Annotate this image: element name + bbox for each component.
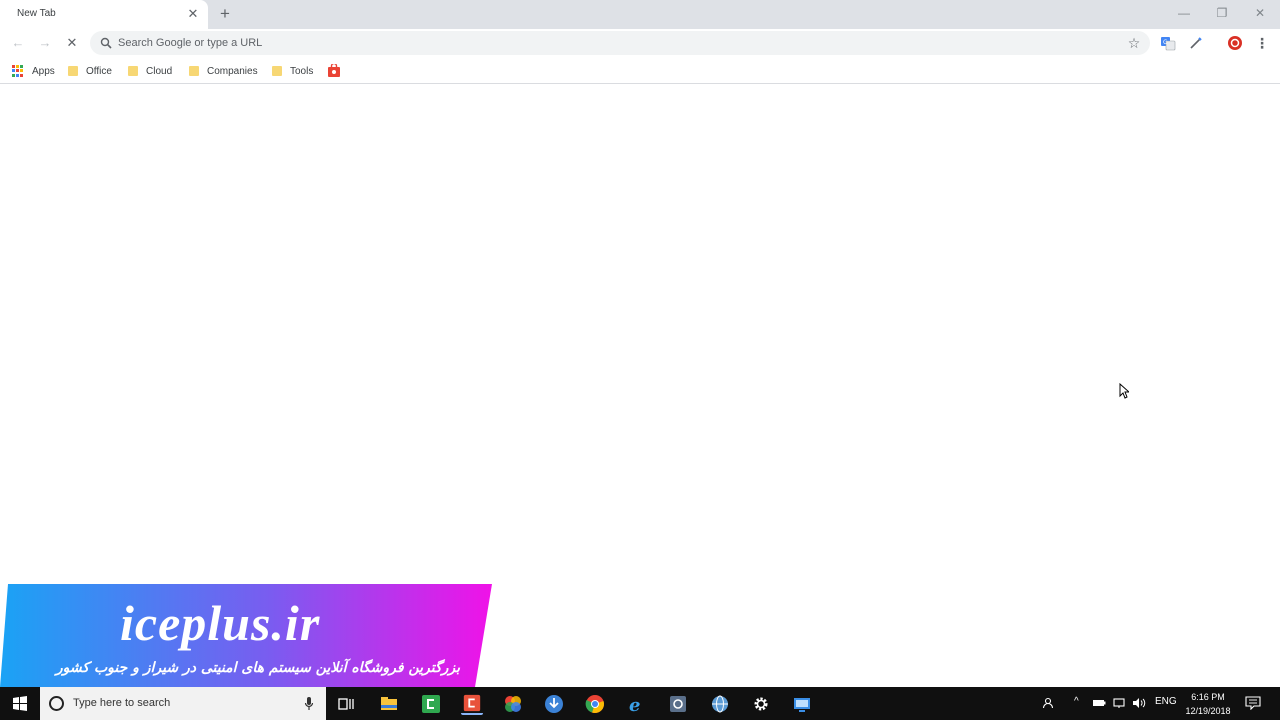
bookmark-label: Office <box>86 65 112 77</box>
watermark-banner: iceplus.ir بزرگترین فروشگاه آنلاین سیستم… <box>0 584 492 687</box>
pen-icon[interactable] <box>1188 35 1204 51</box>
bookmark-folder-cloud[interactable]: Cloud <box>128 63 172 79</box>
svg-text:e: e <box>629 695 640 715</box>
folder-icon <box>189 66 199 76</box>
omnibox-placeholder: Search Google or type a URL <box>118 37 263 49</box>
mouse-cursor-icon <box>1119 383 1129 399</box>
bookmark-label: Apps <box>32 65 55 77</box>
colorful-app-icon[interactable] <box>502 693 524 715</box>
tab-title: New Tab <box>17 8 56 19</box>
network-icon[interactable] <box>1112 696 1126 710</box>
bookmark-star-icon[interactable]: ☆ <box>1126 35 1142 51</box>
svg-text:G: G <box>1163 39 1168 46</box>
control-panel-icon[interactable] <box>667 693 689 715</box>
task-view-icon[interactable] <box>335 693 357 715</box>
clock-time: 6:16 PM <box>1191 692 1225 702</box>
tab-new-tab[interactable]: New Tab ✕ <box>0 0 208 29</box>
settings-gear-icon[interactable] <box>750 693 772 715</box>
tab-strip: New Tab ✕ + — ❐ ✕ <box>0 0 1280 29</box>
google-translate-icon[interactable]: G <box>1160 35 1176 51</box>
windows-start-icon[interactable] <box>0 687 40 720</box>
internet-explorer-icon[interactable]: e <box>626 693 648 715</box>
bookmark-folder-companies[interactable]: Companies <box>189 63 258 79</box>
maximize-button[interactable]: ❐ <box>1213 4 1231 22</box>
search-icon <box>100 37 112 49</box>
taskbar-search-placeholder: Type here to search <box>73 697 171 709</box>
file-explorer-icon[interactable] <box>378 693 400 715</box>
stop-loading-icon[interactable]: ✕ <box>63 34 81 52</box>
clock-date: 12/19/2018 <box>1185 706 1231 716</box>
bookmark-label: Tools <box>290 65 314 77</box>
apps-grid-icon <box>12 65 24 77</box>
download-manager-icon[interactable] <box>543 693 565 715</box>
taskbar-search-box[interactable]: Type here to search <box>40 687 326 720</box>
menu-kebab-icon[interactable]: ⋮ <box>1254 35 1270 51</box>
tab-close-icon[interactable]: ✕ <box>186 7 200 21</box>
camtasia-orange-icon[interactable] <box>461 693 483 715</box>
cortana-icon <box>49 696 64 711</box>
camtasia-green-icon[interactable] <box>420 693 442 715</box>
bookmark-label: Companies <box>207 65 258 77</box>
chrome-icon[interactable] <box>584 693 606 715</box>
network-globe-icon[interactable] <box>709 693 731 715</box>
browser-toolbar: ← → ✕ Search Google or type a URL ☆ G ⋮ <box>0 29 1280 57</box>
forward-arrow-icon[interactable]: → <box>36 34 54 52</box>
battery-icon[interactable] <box>1092 696 1106 710</box>
watermark-title: iceplus.ir <box>120 595 321 651</box>
chevron-up-icon[interactable]: ^ <box>1074 696 1079 707</box>
people-icon[interactable] <box>1042 696 1056 710</box>
extension-red-icon[interactable] <box>1227 35 1243 51</box>
new-tab-button[interactable]: + <box>217 5 233 23</box>
watermark-subtitle: بزرگترین فروشگاه آنلاین سیستم های امنیتی… <box>55 660 460 676</box>
action-center-icon[interactable] <box>1245 696 1261 710</box>
bookmark-folder-office[interactable]: Office <box>68 63 112 79</box>
close-window-button[interactable]: ✕ <box>1251 4 1269 22</box>
bookmark-folder-tools[interactable]: Tools <box>272 63 313 79</box>
language-indicator[interactable]: ENG <box>1155 696 1177 707</box>
bookmark-apps[interactable]: Apps <box>12 63 55 79</box>
taskbar-clock[interactable]: 6:16 PM 12/19/2018 <box>1178 690 1238 718</box>
remote-desktop-icon[interactable] <box>791 693 813 715</box>
microphone-icon[interactable] <box>304 696 314 711</box>
folder-icon <box>68 66 78 76</box>
bookmarks-bar: Apps Office Cloud Companies Tools <box>0 57 1280 84</box>
shopping-bag-icon[interactable] <box>327 64 341 78</box>
volume-icon[interactable] <box>1132 696 1146 710</box>
folder-icon <box>272 66 282 76</box>
omnibox[interactable]: Search Google or type a URL <box>90 31 1150 55</box>
windows-taskbar: Type here to search e ^ ENG 6:16 PM 12/1… <box>0 687 1280 720</box>
bookmark-label: Cloud <box>146 65 173 77</box>
back-arrow-icon[interactable]: ← <box>9 34 27 52</box>
folder-icon <box>128 66 138 76</box>
minimize-button[interactable]: — <box>1175 4 1193 22</box>
